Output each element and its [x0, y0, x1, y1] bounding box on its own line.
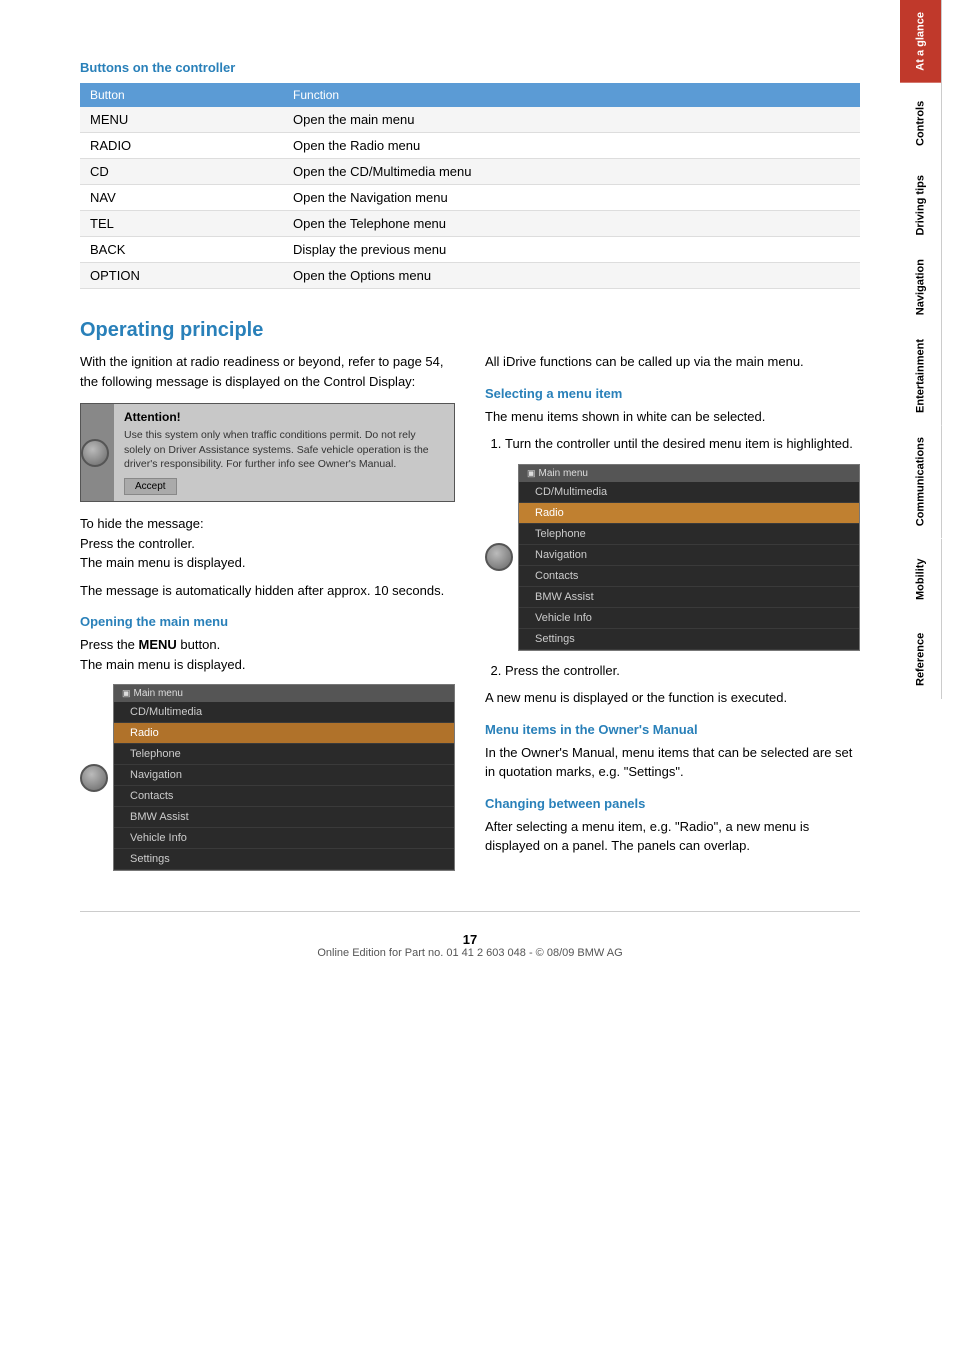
table-header-button: Button	[80, 83, 283, 107]
selecting-menu-item-title: Selecting a menu item	[485, 386, 860, 401]
page-footer: 17 Online Edition for Part no. 01 41 2 6…	[80, 911, 860, 969]
table-row: CDOpen the CD/Multimedia menu	[80, 159, 860, 185]
owners-manual-title: Menu items in the Owner's Manual	[485, 722, 860, 737]
menu-item[interactable]: BMW Assist	[114, 807, 454, 828]
main-menu-screen-left: ▣ Main menu CD/MultimediaRadioTelephoneN…	[80, 684, 455, 871]
right-column: All iDrive functions can be called up vi…	[485, 352, 860, 881]
menu-item[interactable]: Settings	[519, 629, 859, 650]
changing-panels-title: Changing between panels	[485, 796, 860, 811]
step-2: Press the controller.	[505, 661, 860, 681]
function-cell: Open the CD/Multimedia menu	[283, 159, 860, 185]
button-cell: MENU	[80, 107, 283, 133]
selecting-menu-item-text: The menu items shown in white can be sel…	[485, 407, 860, 427]
sidebar-tab-mobility[interactable]: Mobility	[900, 539, 942, 619]
button-cell: NAV	[80, 185, 283, 211]
button-cell: OPTION	[80, 263, 283, 289]
main-content: Buttons on the controller Button Functio…	[0, 0, 900, 1358]
menu-screen-header-right: ▣ Main menu	[519, 465, 859, 482]
step-1: Turn the controller until the desired me…	[505, 434, 860, 454]
opening-main-menu-title: Opening the main menu	[80, 614, 455, 629]
table-row: MENUOpen the main menu	[80, 107, 860, 133]
menu-item[interactable]: Navigation	[519, 545, 859, 566]
button-cell: RADIO	[80, 133, 283, 159]
accept-button[interactable]: Accept	[124, 478, 177, 495]
right-sidebar: At a glance Controls Driving tips Naviga…	[900, 0, 942, 1358]
button-cell: CD	[80, 159, 283, 185]
table-row: RADIOOpen the Radio menu	[80, 133, 860, 159]
attention-text: Use this system only when traffic condit…	[124, 428, 444, 472]
function-cell: Open the Navigation menu	[283, 185, 860, 211]
function-cell: Open the Telephone menu	[283, 211, 860, 237]
menu-item[interactable]: BMW Assist	[519, 587, 859, 608]
right-intro-text: All iDrive functions can be called up vi…	[485, 352, 860, 372]
left-column: With the ignition at radio readiness or …	[80, 352, 455, 881]
button-cell: BACK	[80, 237, 283, 263]
table-row: TELOpen the Telephone menu	[80, 211, 860, 237]
owners-manual-text: In the Owner's Manual, menu items that c…	[485, 743, 860, 782]
menu-item[interactable]: CD/Multimedia	[519, 482, 859, 503]
table-row: NAVOpen the Navigation menu	[80, 185, 860, 211]
attention-screen: Attention! Use this system only when tra…	[80, 403, 455, 502]
function-cell: Open the Options menu	[283, 263, 860, 289]
changing-panels-text: After selecting a menu item, e.g. "Radio…	[485, 817, 860, 856]
menu-item[interactable]: Navigation	[114, 765, 454, 786]
opening-main-menu-text: Press the MENU button. The main menu is …	[80, 635, 455, 674]
attention-title: Attention!	[124, 410, 444, 424]
sidebar-tab-driving-tips[interactable]: Driving tips	[900, 163, 942, 248]
controller-knob-left	[80, 764, 108, 792]
function-cell: Open the Radio menu	[283, 133, 860, 159]
menu-item[interactable]: Vehicle Info	[114, 828, 454, 849]
step-2-result: A new menu is displayed or the function …	[485, 688, 860, 708]
function-cell: Display the previous menu	[283, 237, 860, 263]
menu-item[interactable]: Vehicle Info	[519, 608, 859, 629]
main-menu-screen-right: ▣ Main menu CD/MultimediaRadioTelephoneN…	[485, 464, 860, 651]
menu-bold: MENU	[139, 637, 177, 652]
sidebar-tab-navigation[interactable]: Navigation	[900, 247, 942, 327]
table-header-function: Function	[283, 83, 860, 107]
operating-principle-section: Operating principle With the ignition at…	[80, 319, 860, 881]
operating-principle-title: Operating principle	[80, 319, 860, 342]
sidebar-tab-communications[interactable]: Communications	[900, 425, 942, 538]
controller-table: Button Function MENUOpen the main menuRA…	[80, 83, 860, 289]
menu-screen-header-left: ▣ Main menu	[114, 685, 454, 702]
button-cell: TEL	[80, 211, 283, 237]
menu-item[interactable]: CD/Multimedia	[114, 702, 454, 723]
function-cell: Open the main menu	[283, 107, 860, 133]
table-row: OPTIONOpen the Options menu	[80, 263, 860, 289]
buttons-section: Buttons on the controller Button Functio…	[80, 60, 860, 289]
menu-item[interactable]: Telephone	[519, 524, 859, 545]
controller-knob-graphic	[81, 439, 109, 467]
menu-box-right: ▣ Main menu CD/MultimediaRadioTelephoneN…	[518, 464, 860, 651]
menu-item[interactable]: Contacts	[519, 566, 859, 587]
menu-item[interactable]: Radio	[519, 503, 859, 524]
footer-text: Online Edition for Part no. 01 41 2 603 …	[80, 947, 860, 959]
page-container: Buttons on the controller Button Functio…	[0, 0, 960, 1358]
intro-text: With the ignition at radio readiness or …	[80, 352, 455, 391]
steps-list-2: Press the controller.	[485, 661, 860, 681]
steps-list: Turn the controller until the desired me…	[485, 434, 860, 454]
menu-box-left: ▣ Main menu CD/MultimediaRadioTelephoneN…	[113, 684, 455, 871]
page-number: 17	[80, 932, 860, 947]
two-column-layout: With the ignition at radio readiness or …	[80, 352, 860, 881]
menu-item[interactable]: Settings	[114, 849, 454, 870]
sidebar-tab-controls[interactable]: Controls	[900, 83, 942, 163]
controller-knob-right	[485, 543, 513, 571]
sidebar-tab-entertainment[interactable]: Entertainment	[900, 327, 942, 425]
table-row: BACKDisplay the previous menu	[80, 237, 860, 263]
menu-item[interactable]: Telephone	[114, 744, 454, 765]
menu-item[interactable]: Contacts	[114, 786, 454, 807]
sidebar-tab-reference[interactable]: Reference	[900, 619, 942, 699]
hide-message-text: To hide the message: Press the controlle…	[80, 514, 455, 573]
sidebar-tab-at-a-glance[interactable]: At a glance	[900, 0, 942, 83]
menu-item[interactable]: Radio	[114, 723, 454, 744]
buttons-section-title: Buttons on the controller	[80, 60, 860, 75]
auto-hidden-text: The message is automatically hidden afte…	[80, 581, 455, 601]
